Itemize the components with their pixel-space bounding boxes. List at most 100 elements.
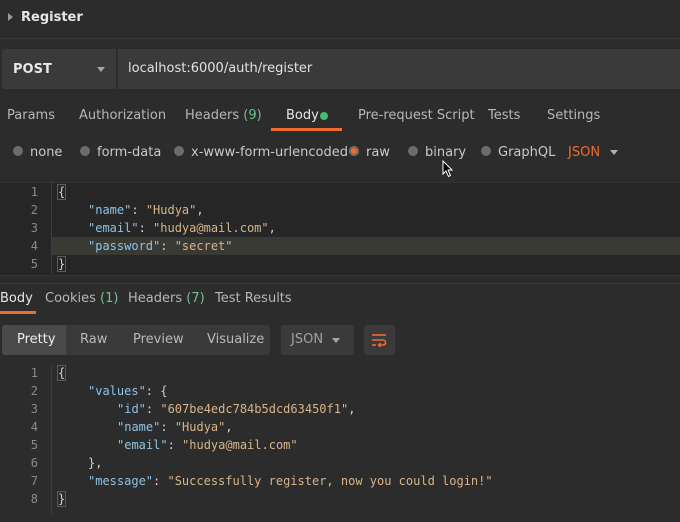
code-line: } <box>56 491 67 507</box>
body-format-select[interactable]: JSON <box>568 145 600 160</box>
tab-params[interactable]: Params <box>7 108 55 123</box>
chevron-down-icon <box>97 67 105 72</box>
response-tab-test-results[interactable]: Test Results <box>215 291 292 306</box>
open-brace: { <box>56 184 67 200</box>
json-value: "Hudya" <box>174 420 226 434</box>
active-tab-indicator <box>271 128 342 131</box>
line-number: 4 <box>30 420 38 434</box>
json-value: "hudya@mail.com" <box>153 221 269 235</box>
json-sep: : <box>138 221 154 235</box>
radio-urlencoded-label[interactable]: x-www-form-urlencoded <box>191 145 348 160</box>
json-sep: : <box>160 239 175 253</box>
tab-prerequest-script[interactable]: Pre-request Script <box>358 108 475 123</box>
json-value: "Hudya" <box>145 203 197 217</box>
response-tab-cookies[interactable]: Cookies (1) <box>45 291 118 306</box>
json-key: "email" <box>117 438 168 452</box>
tab-headers[interactable]: Headers (9) <box>185 108 262 123</box>
json-value: "secret" <box>174 239 233 253</box>
chevron-down-icon[interactable] <box>610 150 618 155</box>
code-line: "name": "Hudya", <box>88 203 204 217</box>
json-key: "name" <box>117 420 161 434</box>
line-number: 5 <box>30 257 38 271</box>
response-tab-headers-count: (7) <box>186 291 205 306</box>
radio-none-label[interactable]: none <box>30 145 62 160</box>
line-number: 5 <box>30 438 38 452</box>
request-title-bar <box>0 0 680 39</box>
radio-graphql[interactable] <box>481 146 491 156</box>
json-comma: , <box>196 203 204 217</box>
line-number: 1 <box>30 366 38 380</box>
code-line: "values": { <box>88 384 167 398</box>
json-value: "607be4edc784b5dcd63450f1" <box>160 402 349 416</box>
code-line: "email": "hudya@mail.com", <box>88 221 276 235</box>
json-close: }, <box>88 456 103 470</box>
tab-settings[interactable]: Settings <box>547 108 600 123</box>
tab-headers-count: (9) <box>243 108 262 123</box>
body-modified-dot-icon <box>320 112 328 120</box>
json-value: "Successfully register, now you could lo… <box>167 474 493 488</box>
gutter-divider <box>51 182 52 274</box>
json-sep: : <box>131 203 146 217</box>
line-number: 3 <box>30 221 38 235</box>
code-line: "id": "607be4edc784b5dcd63450f1", <box>117 402 356 416</box>
expand-caret-icon[interactable] <box>8 13 13 21</box>
line-number: 8 <box>30 492 38 506</box>
code-line: "email": "hudya@mail.com" <box>117 438 298 452</box>
open-brace: { <box>56 365 67 381</box>
response-format-label: JSON <box>291 332 324 347</box>
code-line: } <box>56 256 67 272</box>
radio-binary[interactable] <box>408 146 418 156</box>
wrap-lines-icon <box>372 334 387 348</box>
radio-form-data-label[interactable]: form-data <box>97 145 161 160</box>
radio-none[interactable] <box>13 146 23 156</box>
close-brace: } <box>56 256 67 272</box>
url-value: localhost:6000/auth/register <box>128 61 313 76</box>
line-number: 6 <box>30 456 38 470</box>
json-key: "name" <box>88 203 132 217</box>
tab-headers-label: Headers <box>185 108 240 123</box>
mouse-cursor-icon <box>442 160 454 178</box>
response-tab-body[interactable]: Body <box>0 291 33 306</box>
tab-body[interactable]: Body <box>286 108 319 123</box>
json-key: "message" <box>88 474 154 488</box>
close-brace: } <box>56 491 67 507</box>
line-number: 3 <box>30 402 38 416</box>
section-divider <box>0 283 680 284</box>
code-line: "message": "Successfully register, now y… <box>88 474 493 488</box>
tab-authorization[interactable]: Authorization <box>79 108 166 123</box>
response-tab-cookies-label: Cookies <box>45 291 96 306</box>
json-comma: , <box>268 221 276 235</box>
radio-raw-label[interactable]: raw <box>366 145 390 160</box>
view-pretty-label[interactable]: Pretty <box>17 332 56 347</box>
gutter-divider <box>51 365 52 515</box>
chevron-down-icon <box>332 338 340 343</box>
active-tab-indicator <box>0 311 36 314</box>
radio-form-data[interactable] <box>80 146 90 156</box>
radio-raw[interactable] <box>349 146 359 156</box>
response-tab-headers[interactable]: Headers (7) <box>128 291 205 306</box>
radio-graphql-label[interactable]: GraphQL <box>498 145 555 160</box>
line-number: 2 <box>30 384 38 398</box>
json-value: "hudya@mail.com" <box>182 438 298 452</box>
tab-tests[interactable]: Tests <box>488 108 520 123</box>
view-preview-button[interactable]: Preview <box>133 332 184 347</box>
response-tab-headers-label: Headers <box>128 291 183 306</box>
radio-urlencoded[interactable] <box>174 146 184 156</box>
json-key: "values" <box>88 384 146 398</box>
line-number: 1 <box>30 185 38 199</box>
line-number: 4 <box>30 239 38 253</box>
radio-binary-label[interactable]: binary <box>425 145 466 160</box>
line-number: 7 <box>30 474 38 488</box>
request-title[interactable]: Register <box>21 10 83 25</box>
code-line: "password": "secret" <box>88 239 233 253</box>
code-line: { <box>56 365 67 381</box>
json-key: "email" <box>88 221 139 235</box>
json-open: : { <box>145 384 168 398</box>
code-line: "name": "Hudya", <box>117 420 233 434</box>
view-raw-button[interactable]: Raw <box>80 332 107 347</box>
json-key: "id" <box>117 402 146 416</box>
method-label: POST <box>13 62 52 77</box>
wrap-lines-button[interactable] <box>364 325 395 355</box>
response-tab-cookies-count: (1) <box>100 291 119 306</box>
view-visualize-button[interactable]: Visualize <box>207 332 264 347</box>
